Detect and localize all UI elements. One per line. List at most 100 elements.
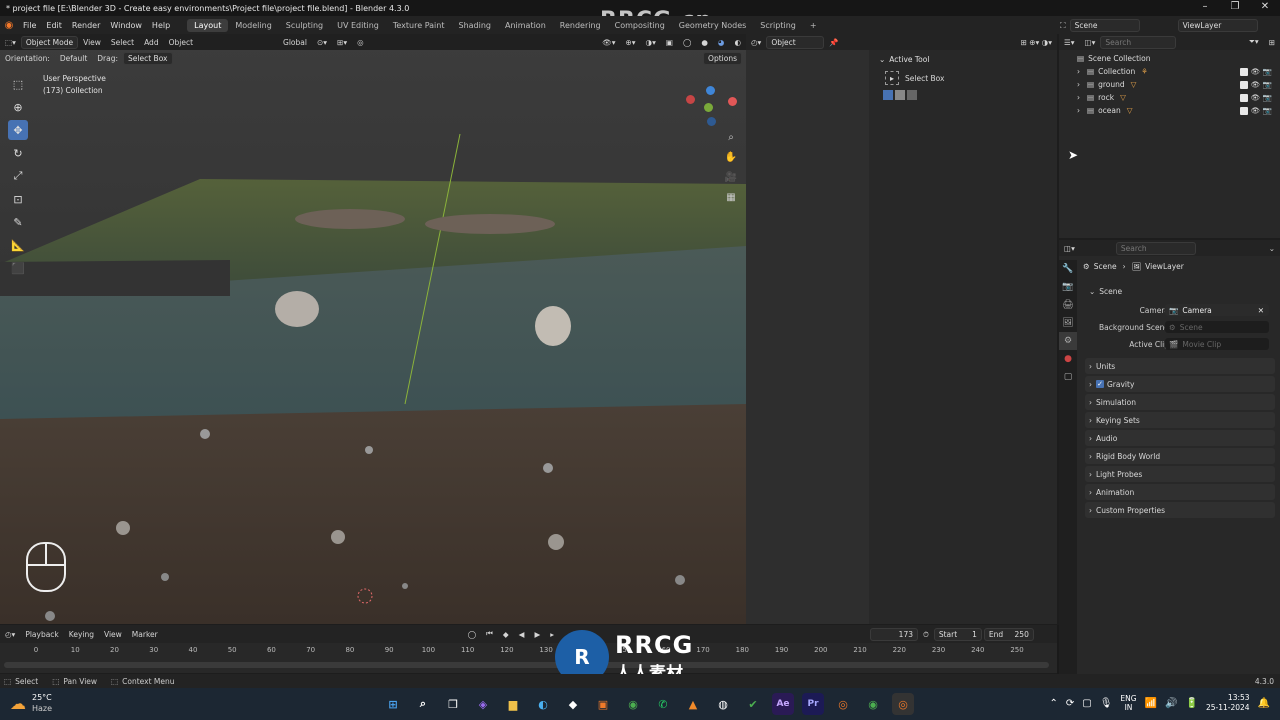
render-camera-icon[interactable]: 📷	[1263, 93, 1272, 102]
scene-tab-icon[interactable]: ⚙	[1059, 332, 1077, 350]
mode-extend-icon[interactable]	[895, 90, 905, 100]
search-icon[interactable]: ⌕	[412, 693, 434, 715]
tool-tab-icon[interactable]: 🔧	[1059, 260, 1077, 278]
menu-help[interactable]: Help	[147, 21, 175, 30]
outliner-item-ocean[interactable]: › ▤ ocean ▽ 👁 📷	[1059, 104, 1280, 117]
view-layer-tab-icon[interactable]: 🖼	[1059, 314, 1077, 332]
tab-uv-editing[interactable]: UV Editing	[330, 19, 386, 32]
gizmo-toggle-icon[interactable]: ⊕▾	[620, 37, 640, 48]
properties-editor-icon[interactable]: ◫▾	[1059, 243, 1080, 254]
section-animation[interactable]: › Animation	[1085, 484, 1275, 500]
shading-material-icon[interactable]: ◕	[713, 37, 730, 48]
close-icon[interactable]: ✕	[1250, 1, 1280, 12]
include-checkbox[interactable]	[1240, 80, 1249, 89]
section-light-probes[interactable]: › Light Probes	[1085, 466, 1275, 482]
expand-chevron-icon[interactable]: ›	[1077, 93, 1087, 102]
orientation-dropdown[interactable]: Default	[55, 53, 92, 64]
outliner-search-input[interactable]: Search	[1100, 35, 1177, 49]
outliner-item-rock[interactable]: › ▤ rock ▽ 👁 📷	[1059, 91, 1280, 104]
menu-view[interactable]: View	[78, 37, 106, 48]
menu-playback[interactable]: Playback	[20, 629, 63, 640]
mode-new-icon[interactable]	[883, 90, 893, 100]
transform-tool-icon[interactable]: ⊡	[8, 189, 28, 209]
collection-tab-icon[interactable]: ▢	[1059, 368, 1077, 386]
app-check-icon[interactable]: ✔	[742, 693, 764, 715]
minimize-icon[interactable]: –	[1190, 1, 1220, 12]
language-indicator[interactable]: ENG IN	[1120, 694, 1136, 712]
outliner-item-ground[interactable]: › ▤ ground ▽ 👁 📷	[1059, 78, 1280, 91]
timeline-editor-icon[interactable]: ◴▾	[0, 629, 20, 640]
volume-icon[interactable]: 🔊	[1165, 698, 1177, 709]
section-rigid-body-world[interactable]: › Rigid Body World	[1085, 448, 1275, 464]
render-camera-icon[interactable]: 📷	[1263, 80, 1272, 89]
timeline-ruler[interactable]: 0102030405060708090100110120130140150160…	[0, 643, 1057, 673]
wifi-icon[interactable]: 📶	[1145, 698, 1157, 709]
whatsapp-icon[interactable]: ✆	[652, 693, 674, 715]
xray-icon[interactable]: ▣	[661, 37, 678, 48]
ortho-grid-icon[interactable]: ▦	[723, 189, 739, 205]
section-units[interactable]: › Units	[1085, 358, 1275, 374]
chrome-icon[interactable]: ◉	[622, 693, 644, 715]
menu-file[interactable]: File	[18, 21, 41, 30]
section-gravity[interactable]: › ✓ Gravity	[1085, 376, 1275, 392]
expand-chevron-icon[interactable]: ›	[1077, 106, 1087, 115]
mode-dropdown[interactable]: Object Mode	[20, 35, 79, 49]
task-view-icon[interactable]: ❐	[442, 693, 464, 715]
transform-orientation-dropdown[interactable]: Global	[278, 37, 312, 48]
visibility-eye-icon[interactable]: 👁	[1251, 67, 1261, 76]
visibility-eye-icon[interactable]: 👁	[1251, 93, 1261, 102]
output-tab-icon[interactable]: 🖨	[1059, 296, 1077, 314]
scene-collection-row[interactable]: ▤ Scene Collection	[1059, 52, 1280, 65]
editor-type-icon[interactable]: ⬚▾	[0, 37, 21, 48]
gizmo-z-axis[interactable]	[706, 86, 715, 95]
scale-tool-icon[interactable]: ⤢	[8, 166, 28, 186]
render-camera-icon[interactable]: 📷	[1263, 67, 1272, 76]
clear-field-icon[interactable]: ✕	[1258, 306, 1264, 315]
snap-icon[interactable]: ⊞▾	[332, 37, 352, 48]
scene-selector[interactable]: Scene	[1069, 19, 1140, 32]
vlc-icon[interactable]: ▲	[682, 693, 704, 715]
cursor-tool-icon[interactable]: ⊕	[8, 97, 28, 117]
visibility-eye-icon[interactable]: 👁	[1251, 80, 1261, 89]
world-tab-icon[interactable]: ●	[1059, 350, 1077, 368]
add-cube-tool-icon[interactable]: ⬛	[8, 258, 28, 278]
premiere-icon[interactable]: Pr	[802, 693, 824, 715]
gravity-checkbox[interactable]: ✓	[1096, 380, 1104, 388]
current-frame-field[interactable]: 173	[870, 628, 918, 641]
file-explorer-icon[interactable]: ▆	[502, 693, 524, 715]
navigation-gizmo[interactable]	[686, 86, 738, 126]
tab-layout[interactable]: Layout	[187, 18, 229, 32]
menu-timeline-view[interactable]: View	[99, 629, 127, 640]
outliner-item-collection[interactable]: › ▤ Collection ⚘ 👁 📷	[1059, 65, 1280, 78]
rotate-tool-icon[interactable]: ↻	[8, 143, 28, 163]
measure-tool-icon[interactable]: 📐	[8, 235, 28, 255]
gizmo-y-axis[interactable]	[704, 103, 713, 112]
start-frame-field[interactable]: Start 1	[933, 628, 982, 641]
stopwatch-icon[interactable]: ⏱	[918, 629, 934, 641]
camera-view-icon[interactable]: 🎥	[723, 169, 739, 185]
menu-marker[interactable]: Marker	[127, 629, 163, 640]
scene-panel-header[interactable]: ⌄ Scene	[1085, 283, 1275, 299]
move-tool-icon[interactable]: ✥	[8, 120, 28, 140]
github-icon[interactable]: ◍	[712, 693, 734, 715]
play-icon[interactable]: ▶	[529, 629, 545, 640]
microphone-icon[interactable]: 🎙	[1100, 698, 1113, 709]
active-tool-header[interactable]: ⌄ Active Tool	[869, 50, 1057, 68]
filter-icon[interactable]: ⏷▾	[1244, 36, 1264, 48]
expand-chevron-icon[interactable]: ›	[1077, 80, 1087, 89]
menu-render[interactable]: Render	[67, 21, 105, 30]
display-mode-icon[interactable]: ◫▾	[1080, 37, 1101, 48]
section-keying-sets[interactable]: › Keying Sets	[1085, 412, 1275, 428]
viewlayer-selector[interactable]: ViewLayer	[1177, 19, 1258, 32]
visibility-icon[interactable]: 👁▾	[597, 37, 620, 48]
options-chevron-icon[interactable]: ⌄	[1264, 243, 1280, 254]
clock[interactable]: 13:53 25-11-2024	[1206, 693, 1250, 713]
zoom-icon[interactable]: ⌕	[723, 129, 739, 145]
auto-key-icon[interactable]: ◯	[463, 629, 481, 640]
menu-add[interactable]: Add	[139, 37, 164, 48]
expand-chevron-icon[interactable]: ›	[1077, 67, 1087, 76]
select-box-tool-icon[interactable]: ⬚	[8, 74, 28, 94]
menu-keying[interactable]: Keying	[64, 629, 99, 640]
include-checkbox[interactable]	[1240, 93, 1249, 102]
3d-viewport[interactable]: ⬚▾ Object Mode View Select Add Object Gl…	[0, 34, 746, 624]
